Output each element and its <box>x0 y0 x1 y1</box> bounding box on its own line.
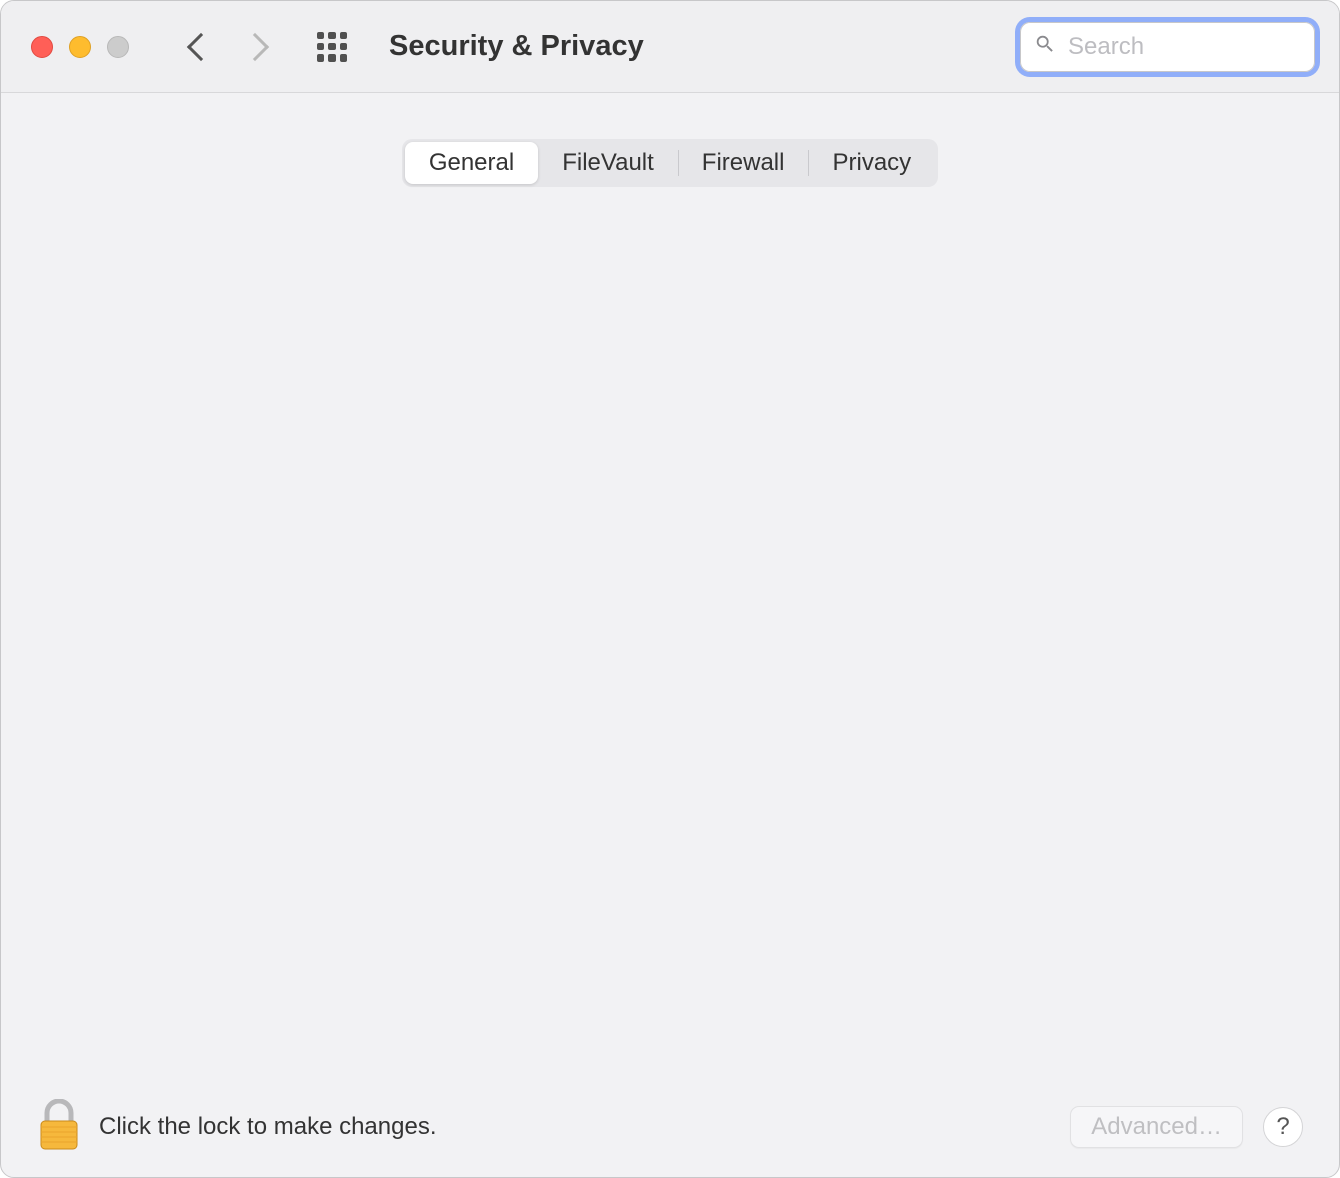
show-lock-message-checkbox[interactable] <box>188 355 214 381</box>
minimize-window-button[interactable] <box>69 36 91 58</box>
require-password-delay-value: immediately <box>450 291 578 319</box>
search-input[interactable] <box>1066 32 1340 62</box>
allow-apps-option-1-label: App Store and identified developers <box>226 736 606 764</box>
tab-segmented-control: General FileVault Firewall Privacy <box>402 139 938 187</box>
lock-icon[interactable] <box>37 1099 81 1156</box>
show-lock-message-row: Show a message when the screen is locked… <box>188 347 1192 389</box>
footer: Click the lock to make changes. Advanced… <box>1 1077 1339 1177</box>
require-password-suffix: after sleep or screen saver begins <box>637 291 999 319</box>
disable-auto-login-checkbox[interactable] <box>188 412 214 438</box>
change-password-button[interactable]: Change Password… <box>620 221 882 263</box>
show-all-prefs-button[interactable] <box>317 32 347 62</box>
preferences-window: Security & Privacy General FileVault Fir… <box>0 0 1340 1178</box>
search-icon <box>1034 33 1056 60</box>
tab-firewall[interactable]: Firewall <box>678 142 809 184</box>
window-title: Security & Privacy <box>389 30 644 63</box>
allow-apps-option-identified: App Store and identified developers <box>188 736 1192 764</box>
disable-auto-login-label: Disable automatic login <box>228 411 476 439</box>
advanced-button[interactable]: Advanced… <box>1070 1106 1243 1148</box>
allow-apps-radio-identified[interactable] <box>188 738 212 762</box>
search-field-wrap[interactable] <box>1020 22 1315 72</box>
back-button[interactable] <box>187 32 215 60</box>
login-password-text: A login password has been set for this u… <box>148 228 606 256</box>
disable-auto-login-row: Disable automatic login <box>188 411 1192 439</box>
require-password-checkbox[interactable] <box>188 292 214 318</box>
select-stepper-icon <box>588 290 616 320</box>
allow-apps-option-app-store: App Store <box>188 694 1192 722</box>
require-password-delay-select[interactable]: immediately <box>435 285 623 325</box>
lock-hint-text: Click the lock to make changes. <box>99 1113 437 1141</box>
help-button[interactable]: ? <box>1263 1107 1303 1147</box>
login-password-row: A login password has been set for this u… <box>148 221 1192 263</box>
tab-general[interactable]: General <box>405 142 538 184</box>
show-lock-message-label: Show a message when the screen is locked <box>228 354 695 382</box>
allow-apps-radio-app-store[interactable] <box>188 696 212 720</box>
content-panel: A login password has been set for this u… <box>37 165 1303 1049</box>
zoom-window-button[interactable] <box>107 36 129 58</box>
section-divider <box>38 607 1302 608</box>
require-password-row: Require password immediately after sleep… <box>188 285 1192 325</box>
nav-buttons <box>191 37 265 57</box>
window-controls <box>31 36 129 58</box>
require-password-prefix: Require password <box>228 291 421 319</box>
close-window-button[interactable] <box>31 36 53 58</box>
tab-privacy[interactable]: Privacy <box>808 142 935 184</box>
tabs-area: General FileVault Firewall Privacy <box>1 93 1339 187</box>
forward-button[interactable] <box>241 32 269 60</box>
allow-apps-option-0-label: App Store <box>226 694 333 722</box>
titlebar: Security & Privacy <box>1 1 1339 93</box>
allow-apps-label: Allow apps downloaded from: <box>148 644 1192 672</box>
tab-filevault[interactable]: FileVault <box>538 142 678 184</box>
set-lock-message-button[interactable]: Set Lock Message… <box>709 347 972 389</box>
